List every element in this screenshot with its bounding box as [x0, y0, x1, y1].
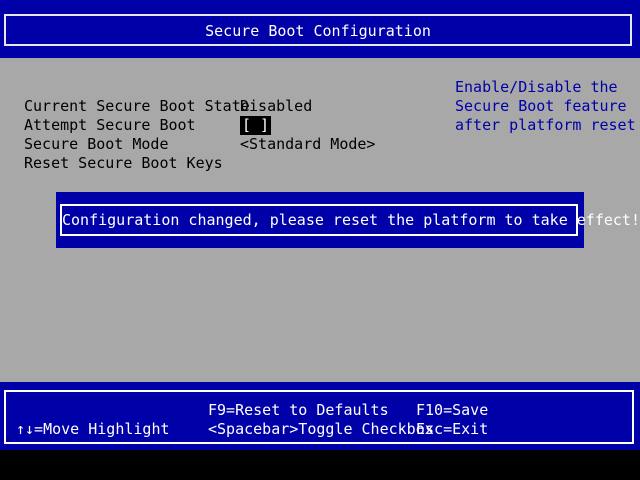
dialog-message: Configuration changed, please reset the … — [62, 211, 640, 229]
help-line: after platform reset — [455, 116, 636, 134]
key-save: F10=Save — [416, 401, 489, 419]
title-frame: Secure Boot Configuration — [4, 14, 632, 46]
config-changed-dialog: Configuration changed, please reset the … — [56, 192, 640, 248]
key-reset-defaults: F9=Reset to Defaults — [208, 401, 389, 419]
key-toggle-checkbox: <Spacebar>Toggle Checkbox — [208, 420, 434, 438]
settings-panel: Current Secure Boot State Disabled Attem… — [0, 58, 640, 382]
bottom-strip — [0, 450, 640, 480]
setting-label: Attempt Secure Boot — [24, 116, 196, 134]
key-exit: Esc=Exit — [416, 420, 489, 438]
dialog-frame: Configuration changed, please reset the … — [60, 204, 640, 236]
key-move-highlight: ↑↓=Move Highlight — [16, 420, 170, 438]
attempt-secure-boot-checkbox[interactable]: [ ] — [240, 116, 272, 135]
page-title: Secure Boot Configuration — [205, 22, 431, 40]
secure-boot-mode-select[interactable]: <Standard Mode> — [240, 135, 375, 154]
title-bar: Secure Boot Configuration — [0, 0, 640, 58]
bios-screen: Secure Boot Configuration Current Secure… — [0, 0, 640, 480]
setting-label: Reset Secure Boot Keys — [24, 154, 223, 172]
footer-frame: ↑↓=Move Highlight F9=Reset to Defaults <… — [4, 390, 634, 444]
setting-label: Current Secure Boot State — [24, 97, 250, 115]
setting-label: Secure Boot Mode — [24, 135, 169, 153]
key-help-footer: ↑↓=Move Highlight F9=Reset to Defaults <… — [0, 382, 640, 450]
help-text: Enable/Disable the Secure Boot feature a… — [455, 78, 636, 135]
setting-value: Disabled — [240, 97, 313, 115]
help-line: Secure Boot feature — [455, 97, 627, 115]
help-line: Enable/Disable the — [455, 78, 618, 96]
